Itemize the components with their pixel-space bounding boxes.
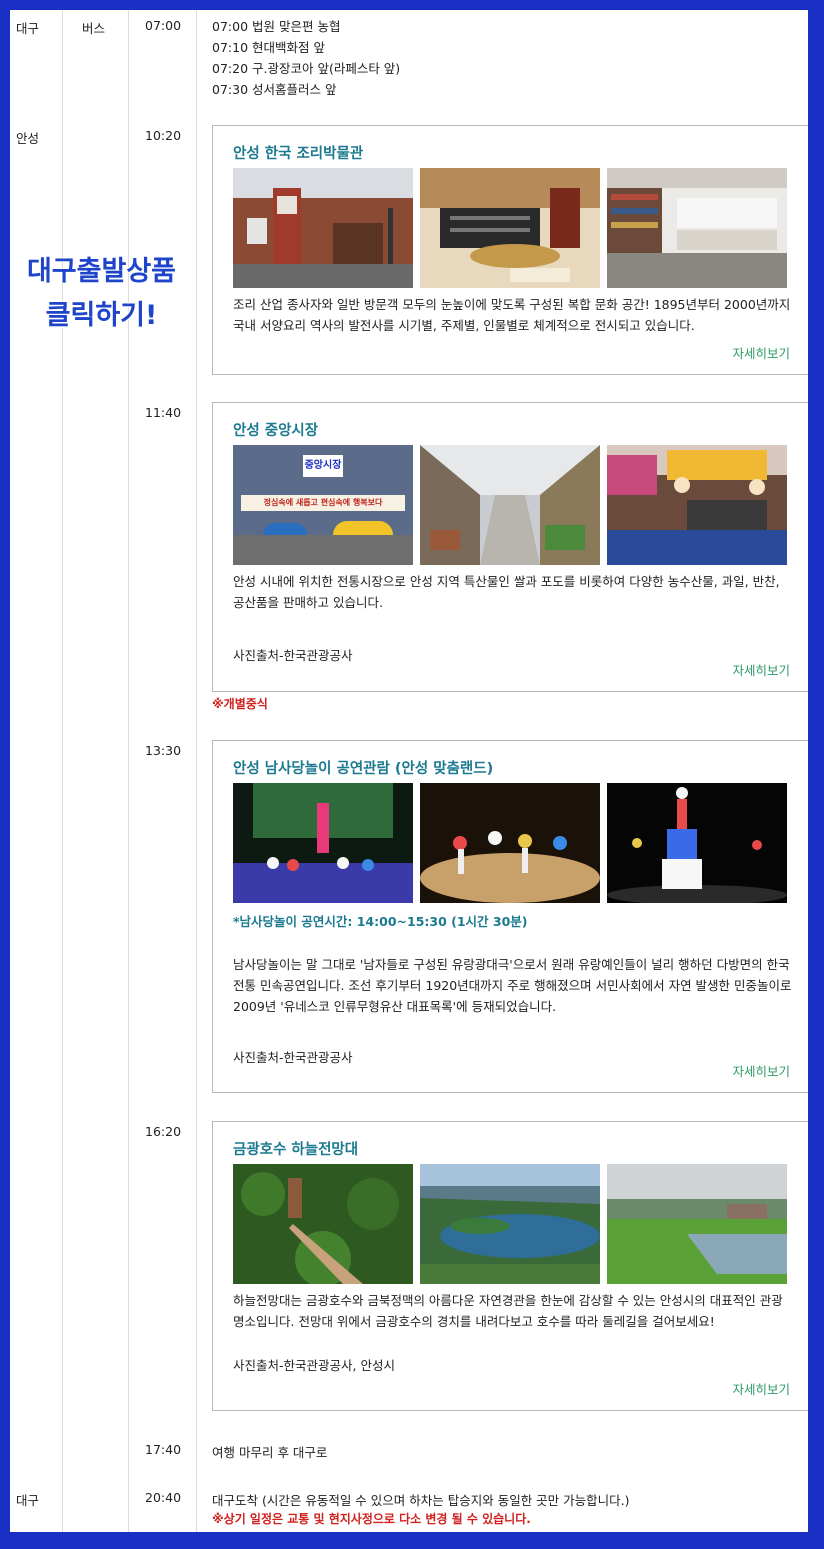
market-entrance-photo: 중앙시장 정심속에 새롭고 편심속에 행복보다: [233, 445, 413, 565]
return-text: 여행 마무리 후 대구로: [212, 1445, 328, 1460]
attraction-title: 금광호수 하늘전망대: [233, 1142, 359, 1158]
museum-exhibit-photo: [420, 168, 600, 288]
photo-strip: 중앙시장 정심속에 새롭고 편심속에 행복보다: [233, 445, 787, 565]
pickup-stop: 07:10 현대백화점 앞: [212, 40, 325, 55]
schedule-change-note: ※상기 일정은 교통 및 현지사정으로 다소 변경 될 수 있습니다.: [212, 1512, 531, 1526]
transport-cell: 버스: [82, 21, 106, 36]
meal-note: ※개별중식: [212, 697, 268, 711]
observatory-trail-photo: [607, 1164, 787, 1284]
column-divider: [62, 10, 63, 1532]
market-banner: 정심속에 새롭고 편심속에 행복보다: [241, 495, 405, 511]
pickup-stop: 07:20 구.광장코아 앞(라페스타 앞): [212, 61, 401, 76]
performance-acrobat-photo: [607, 783, 787, 903]
attraction-card-central-market: 안성 중앙시장 중앙시장 정심속에 새롭고 편심속에 행복보다 안성 시내에 위…: [212, 402, 808, 692]
attraction-card-namsadang: 안성 남사당놀이 공연관람 (안성 맞춤랜드) *남사당놀이 공연시간: 14:…: [212, 740, 808, 1093]
time-cell: 17:40: [145, 1442, 182, 1457]
attraction-title: 안성 중앙시장: [233, 423, 319, 439]
region-cell: 대구: [16, 21, 40, 36]
attraction-title: 안성 한국 조리박물관: [233, 146, 364, 162]
column-divider: [128, 10, 129, 1532]
promo-line: 대구출발상품: [26, 256, 177, 287]
detail-link[interactable]: 자세히보기: [732, 343, 790, 362]
attraction-description: 조리 산업 종사자와 일반 방문객 모두의 눈높이에 맞도록 구성된 복합 문화…: [233, 297, 791, 333]
pickup-stop: 07:00 법원 맞은편 농협: [212, 19, 341, 34]
promo-line: 클릭하기!: [45, 300, 158, 331]
photo-strip: [233, 783, 787, 903]
performance-time: *남사당놀이 공연시간: 14:00~15:30 (1시간 30분): [233, 914, 528, 929]
attraction-description: 남사당놀이는 말 그대로 '남자들로 구성된 유랑광대극'으로서 원래 유랑예인…: [233, 957, 792, 1014]
observatory-lake-photo: [420, 1164, 600, 1284]
photo-credit: 사진출처-한국관광공사: [233, 1050, 353, 1065]
photo-credit: 사진출처-한국관광공사, 안성시: [233, 1358, 395, 1373]
pickup-stop-list: 07:00 법원 맞은편 농협 07:10 현대백화점 앞 07:20 구.광장…: [212, 16, 400, 100]
time-cell: 10:20: [145, 128, 182, 143]
photo-strip: [233, 168, 787, 288]
performance-stage-photo: [233, 783, 413, 903]
time-cell: 07:00: [145, 18, 182, 33]
attraction-description: 안성 시내에 위치한 전통시장으로 안성 지역 특산물인 쌀과 포도를 비롯하여…: [233, 574, 780, 610]
observatory-forest-photo: [233, 1164, 413, 1284]
attraction-description: 하늘전망대는 금광호수와 금북정맥의 아름다운 자연경관을 한눈에 감상할 수 …: [233, 1293, 783, 1329]
column-divider: [196, 10, 197, 1532]
attraction-title: 안성 남사당놀이 공연관람 (안성 맞춤랜드): [233, 761, 494, 777]
promo-link[interactable]: 대구출발상품 클릭하기!: [14, 250, 189, 338]
market-food-stall-photo: [607, 445, 787, 565]
photo-credit: 사진출처-한국관광공사: [233, 648, 353, 663]
arrival-text: 대구도착 (시간은 유동적일 수 있으며 하차는 탑승지와 동일한 곳만 가능합…: [212, 1493, 630, 1508]
museum-gallery-photo: [607, 168, 787, 288]
museum-exterior-photo: [233, 168, 413, 288]
time-cell: 13:30: [145, 743, 182, 758]
time-cell: 11:40: [145, 405, 182, 420]
pickup-stop: 07:30 성서홈플러스 앞: [212, 82, 337, 97]
time-cell: 16:20: [145, 1124, 182, 1139]
attraction-card-cooking-museum: 안성 한국 조리박물관 조리 산업 종사자와 일반 방문객 모두의 눈높이에 맞…: [212, 125, 808, 375]
market-alley-photo: [420, 445, 600, 565]
region-cell: 안성: [16, 131, 40, 146]
time-cell: 20:40: [145, 1490, 182, 1505]
market-sign: 중앙시장: [303, 455, 343, 477]
performance-dance-photo: [420, 783, 600, 903]
region-cell: 대구: [16, 1493, 40, 1508]
detail-link[interactable]: 자세히보기: [732, 660, 790, 679]
photo-strip: [233, 1164, 787, 1284]
attraction-card-sky-observatory: 금광호수 하늘전망대 하늘전망대는 금광호수와 금북정맥의 아름다운 자연경관을…: [212, 1121, 808, 1411]
detail-link[interactable]: 자세히보기: [732, 1379, 790, 1398]
itinerary-sheet: 대구 버스 07:00 07:00 법원 맞은편 농협 07:10 현대백화점 …: [10, 10, 808, 1532]
detail-link[interactable]: 자세히보기: [732, 1061, 790, 1080]
